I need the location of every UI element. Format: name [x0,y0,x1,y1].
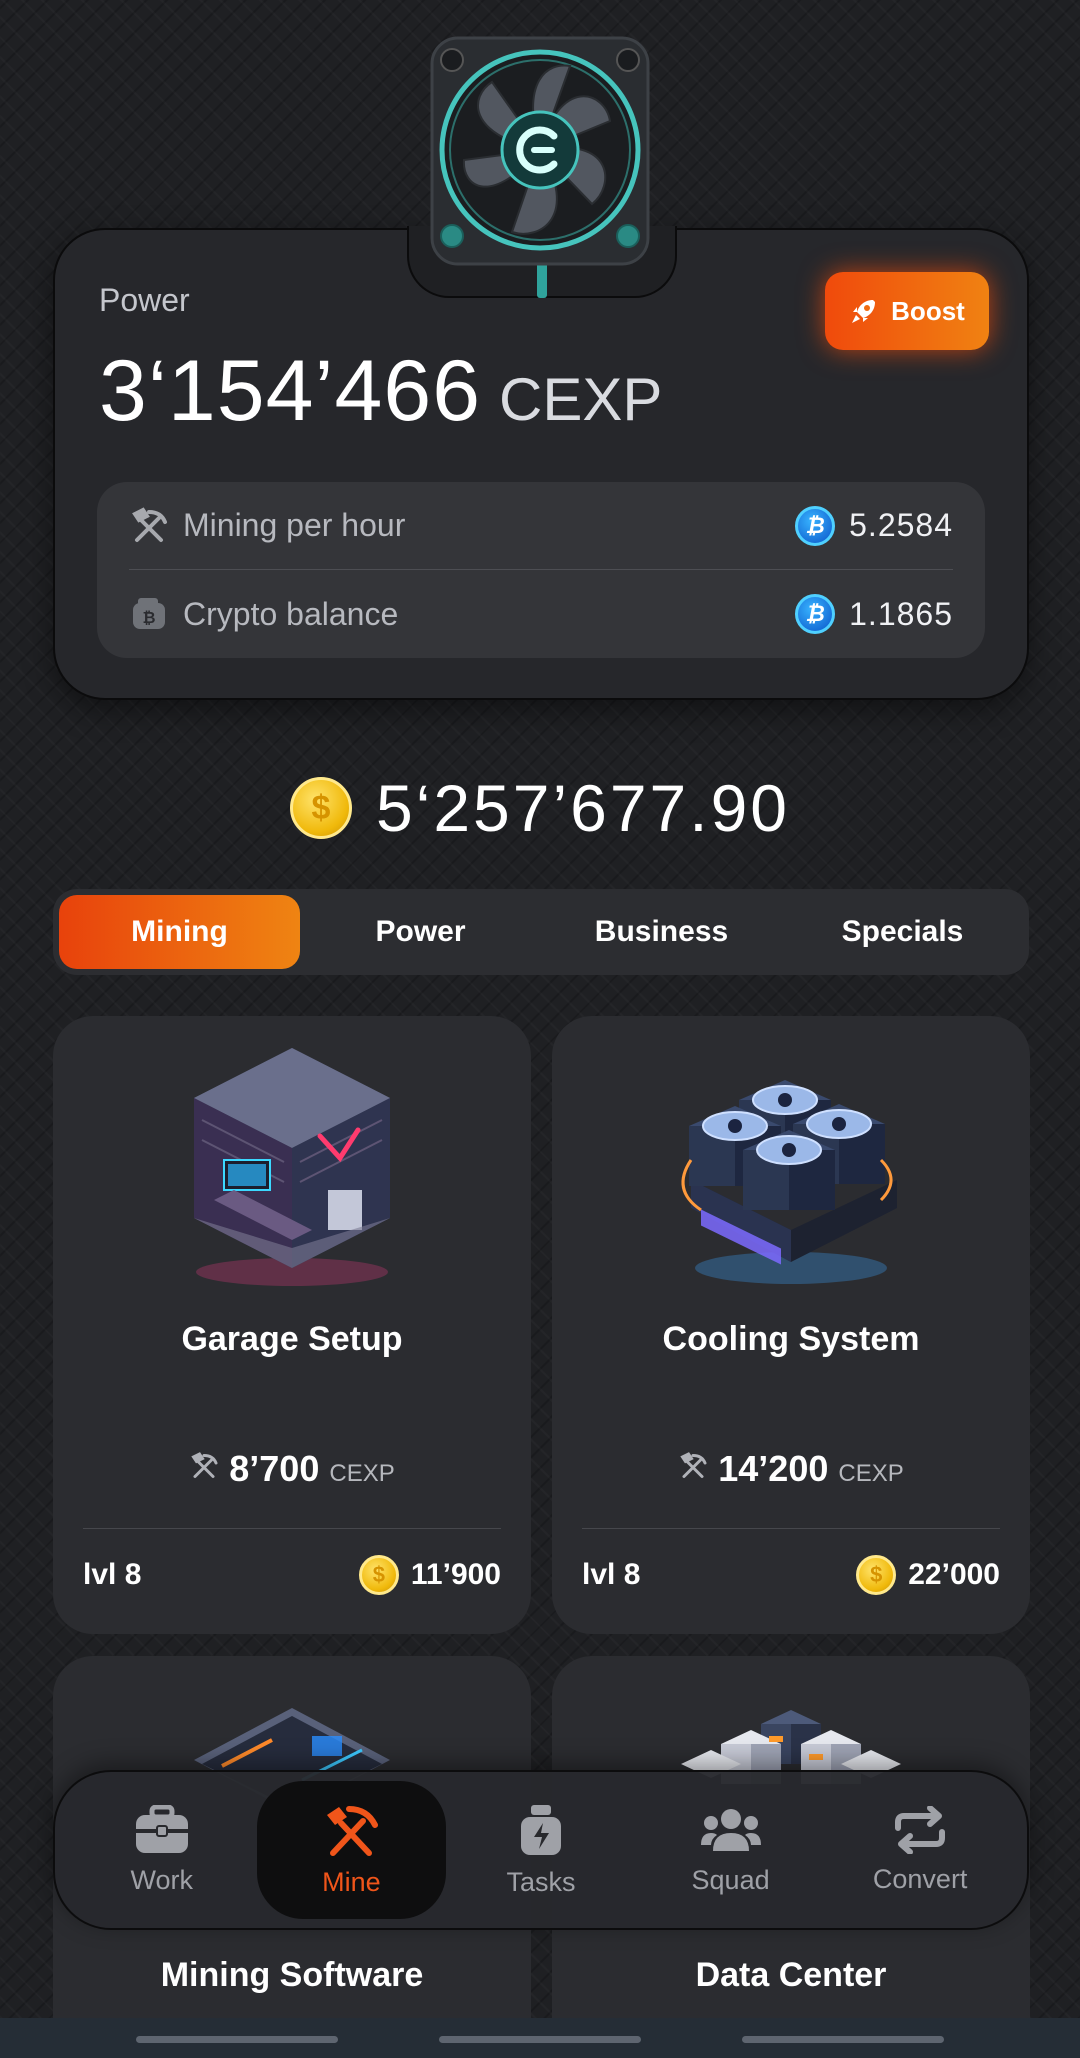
tab-mining[interactable]: Mining [59,895,300,969]
garage-setup-image [53,1040,531,1290]
card-footer: lvl 8 $ 22’000 [582,1550,1000,1600]
coin-balance: $ 5‘257’677.90 [0,770,1080,846]
card-divider [83,1528,501,1529]
system-pill [742,2036,944,2043]
stat-value: 5.2584 [849,507,953,543]
rocket-icon [852,300,876,323]
card-mining-value: 8’700 [229,1448,320,1489]
nav-label: Tasks [506,1866,576,1897]
tab-specials[interactable]: Specials [782,895,1023,969]
pickaxe-hammer-icon [680,1452,707,1478]
power-label: Power [99,282,190,318]
system-pill [439,2036,641,2043]
nav-mine[interactable]: Mine [256,1781,447,1919]
people-icon [700,1808,761,1851]
stat-label: Mining per hour [183,507,406,543]
gold-coin-icon: $ [289,777,352,839]
wallet-bitcoin-icon: ₿ [129,594,169,634]
stat-row-mining-per-hour: Mining per hour ₿ 5.2584 [129,482,953,570]
power-value: 3‘154’466 CEXP [99,342,662,441]
card-mining-unit: CEXP [329,1460,395,1487]
card-mining-rate: 8’700 CEXP [53,1448,531,1490]
power-amount: 3‘154’466 [99,343,482,439]
power-card: Power 3‘154’466 CEXP Boost Mining per ho… [53,226,1029,700]
card-title: Garage Setup [181,1320,403,1358]
task-bottle-icon [520,1804,561,1855]
briefcase-icon [135,1804,188,1853]
upgrade-card-cooling-system[interactable]: Cooling System 14’200 CEXP lvl 8 $ 22’00… [552,1016,1030,1634]
boost-label: Boost [891,295,965,326]
boost-button[interactable]: Boost [825,272,989,350]
tab-business[interactable]: Business [541,895,782,969]
card-mining-unit: CEXP [838,1460,904,1487]
stat-row-crypto-balance: ₿ Crypto balance ₿ 1.1865 [129,570,953,658]
card-level: lvl 8 [83,1558,142,1591]
card-title: Cooling System [662,1320,920,1358]
nav-tasks[interactable]: Tasks [446,1781,636,1919]
pickaxe-hammer-icon [129,506,169,546]
card-cost-value: 22’000 [908,1558,1000,1591]
card-footer: lvl 8 $ 11’900 [83,1550,501,1600]
nav-squad[interactable]: Squad [636,1781,826,1919]
upgrade-card-garage-setup[interactable]: Garage Setup 8’700 CEXP lvl 8 $ 11’900 [53,1016,531,1634]
gold-coin-icon: $ [856,1555,897,1595]
cooling-system-image [552,1040,1030,1290]
bottom-navigation: Work Mine Tasks Squad Convert [53,1770,1029,1930]
card-level: lvl 8 [582,1558,641,1591]
nav-label: Squad [691,1864,770,1895]
system-pill [136,2036,338,2043]
card-mining-value: 14’200 [718,1448,829,1489]
tab-power[interactable]: Power [300,895,541,969]
card-title: Data Center [695,1956,887,1994]
power-unit: CEXP [499,366,663,433]
nav-label: Work [130,1864,194,1895]
card-mining-rate: 14’200 CEXP [552,1448,1030,1490]
nav-convert[interactable]: Convert [825,1781,1015,1919]
card-divider [582,1528,1000,1529]
card-cost: $ 22’000 [856,1555,1000,1595]
stats-box: Mining per hour ₿ 5.2584 ₿ Crypto balanc… [97,482,985,658]
nav-work[interactable]: Work [67,1781,257,1919]
stat-label: Crypto balance [183,595,399,632]
fan-icon [430,36,650,266]
nav-label: Mine [322,1866,381,1897]
svg-text:₿: ₿ [142,608,155,627]
category-tabs: Mining Power Business Specials [53,889,1029,975]
convert-arrows-icon [895,1805,946,1854]
card-cost: $ 11’900 [358,1555,501,1595]
fan-illustration [430,36,650,296]
card-cost-value: 11’900 [410,1558,501,1591]
bitcoin-coin-icon: ₿ [795,505,836,546]
system-navigation-bar [0,2018,1080,2058]
balance-value: 5‘257’677.90 [375,771,791,845]
pickaxe-hammer-icon [191,1452,218,1478]
nav-label: Convert [872,1863,968,1894]
pickaxe-hammer-icon [327,1805,379,1856]
bitcoin-coin-icon: ₿ [795,594,836,634]
gold-coin-icon: $ [358,1555,399,1595]
stat-value: 1.1865 [849,595,953,632]
card-title: Mining Software [160,1956,424,1994]
